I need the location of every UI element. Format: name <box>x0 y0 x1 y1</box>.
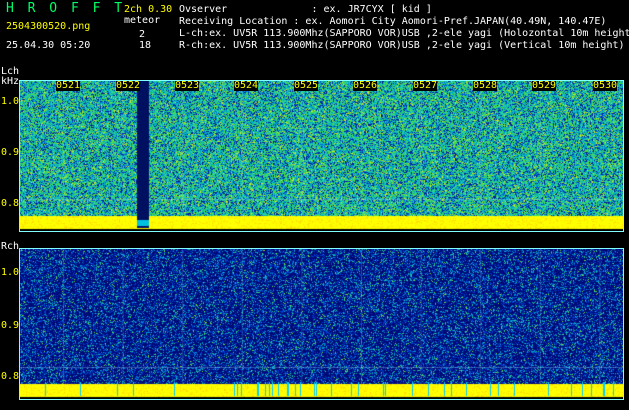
location-info: Receiving Location : ex. Aomori City Aom… <box>179 16 607 27</box>
rch-freq-tick: 0.9 <box>1 320 20 331</box>
rch-label: Rch <box>1 241 20 252</box>
time-tick: 0524 <box>234 80 259 91</box>
time-tick: 0526 <box>353 80 378 91</box>
meteor-l-count: 2 <box>139 29 146 40</box>
lch-freq-tick: 1.0 <box>1 96 20 107</box>
time-tick: 0527 <box>413 80 438 91</box>
time-tick: 0521 <box>56 80 81 91</box>
mode-label: 2ch 0.30 <box>124 4 173 15</box>
meteor-label: meteor <box>124 15 161 26</box>
rch-freq-tick: 0.8 <box>1 371 20 382</box>
time-tick: 0525 <box>294 80 319 91</box>
rch-spectrogram <box>19 248 624 400</box>
time-tick: 0530 <box>593 80 618 91</box>
app-title: H R O F F T <box>6 1 126 16</box>
lch-info: L-ch:ex. UV5R 113.900Mhz(SAPPORO VOR)USB… <box>179 28 629 39</box>
time-tick: 0522 <box>116 80 141 91</box>
time-tick: 0523 <box>175 80 200 91</box>
time-tick: 0528 <box>473 80 498 91</box>
filename: 2504300520.png <box>6 21 91 32</box>
lch-unit: kHz <box>1 76 20 87</box>
datetime: 25.04.30 05:20 <box>6 40 91 51</box>
lch-freq-tick: 0.8 <box>1 198 20 209</box>
meteor-r-count: 18 <box>139 40 152 51</box>
lch-spectrogram <box>19 80 624 232</box>
time-tick: 0529 <box>532 80 557 91</box>
rch-freq-tick: 1.0 <box>1 267 20 278</box>
observer-info: Ovserver : ex. JR7CYX [ kid ] <box>179 4 432 15</box>
lch-freq-tick: 0.9 <box>1 147 20 158</box>
rch-info: R-ch:ex. UV5R 113.900Mhz(SAPPORO VOR)USB… <box>179 40 625 51</box>
